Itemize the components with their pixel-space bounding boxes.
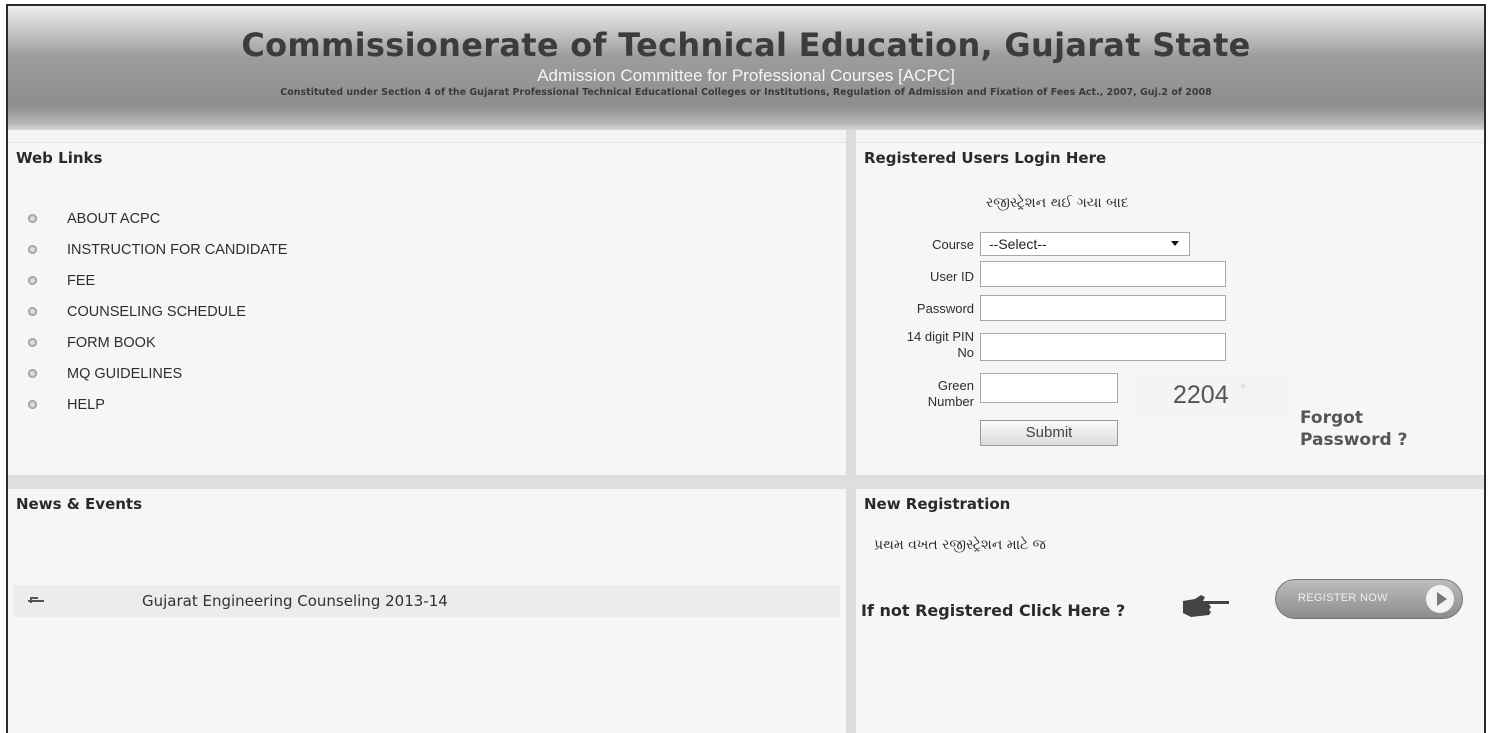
play-arrow-icon (1426, 585, 1454, 613)
web-link-fee[interactable]: FEE (28, 265, 287, 296)
site-header: Commissionerate of Technical Education, … (8, 6, 1484, 130)
register-now-label: REGISTER NOW (1298, 592, 1388, 604)
captcha-image: 2204 (1131, 373, 1291, 417)
site-subtitle: Admission Committee for Professional Cou… (537, 66, 955, 85)
password-label: Password (916, 301, 974, 316)
bullet-icon (28, 400, 37, 409)
register-now-button[interactable]: REGISTER NOW (1275, 579, 1463, 619)
login-gujarati-note: રજીસ્ટ્રેશન થઈ ગયા બાદ (986, 195, 1129, 211)
bullet-icon (28, 276, 37, 285)
web-links-list: ABOUT ACPC INSTRUCTION FOR CANDIDATE FEE… (28, 203, 287, 420)
news-item-text[interactable]: Gujarat Engineering Counseling 2013-14 (142, 592, 448, 610)
web-link-label[interactable]: FEE (67, 273, 95, 289)
captcha-text: 2204 (1173, 381, 1229, 409)
bullet-icon (28, 214, 37, 223)
bullet-icon (28, 307, 37, 316)
web-link-form-book[interactable]: FORM BOOK (28, 327, 287, 358)
web-link-label[interactable]: HELP (67, 397, 105, 413)
web-link-label[interactable]: INSTRUCTION FOR CANDIDATE (67, 242, 287, 258)
page-frame: Commissionerate of Technical Education, … (6, 4, 1486, 733)
web-link-label[interactable]: COUNSELING SCHEDULE (67, 304, 246, 320)
new-registration-panel: New Registration પ્રથમ વખત રજીસ્ટ્રેશન મ… (856, 488, 1484, 733)
bullet-icon (28, 245, 37, 254)
constitution-note: Constituted under Section 4 of the Gujar… (280, 87, 1212, 98)
web-link-label[interactable]: MQ GUIDELINES (67, 366, 182, 382)
new-badge-icon (28, 597, 44, 605)
web-link-help[interactable]: HELP (28, 389, 287, 420)
news-item[interactable]: Gujarat Engineering Counseling 2013-14 (14, 585, 840, 617)
course-label: Course (932, 237, 974, 252)
news-panel: News & Events Gujarat Engineering Counse… (8, 488, 846, 733)
news-title: News & Events (16, 495, 143, 513)
pin-input[interactable] (980, 333, 1226, 361)
site-title: Commissionerate of Technical Education, … (241, 26, 1251, 64)
password-input[interactable] (980, 295, 1226, 321)
web-link-mq-guidelines[interactable]: MQ GUIDELINES (28, 358, 287, 389)
login-panel: Registered Users Login Here રજીસ્ટ્રેશન … (856, 142, 1484, 475)
chevron-down-icon (1171, 241, 1179, 246)
userid-input[interactable] (980, 261, 1226, 287)
submit-button[interactable]: Submit (980, 420, 1118, 446)
registration-prompt: If not Registered Click Here ? (861, 601, 1126, 620)
bullet-icon (28, 338, 37, 347)
course-select-value: --Select-- (989, 236, 1047, 252)
pointing-hand-icon (1183, 595, 1229, 617)
web-link-instruction[interactable]: INSTRUCTION FOR CANDIDATE (28, 234, 287, 265)
column-divider (846, 130, 856, 733)
userid-label: User ID (929, 269, 974, 284)
row-divider (8, 474, 1484, 488)
web-link-counseling-schedule[interactable]: COUNSELING SCHEDULE (28, 296, 287, 327)
web-link-about-acpc[interactable]: ABOUT ACPC (28, 203, 287, 234)
new-registration-title: New Registration (864, 495, 1011, 513)
login-title: Registered Users Login Here (864, 149, 1107, 167)
pin-label: 14 digit PIN No (906, 329, 974, 360)
web-link-label[interactable]: FORM BOOK (67, 335, 156, 351)
green-number-label: Green Number (927, 378, 974, 409)
web-link-label[interactable]: ABOUT ACPC (67, 211, 160, 227)
web-links-title: Web Links (16, 149, 103, 167)
registration-gujarati-note: પ્રથમ વખત રજીસ્ટ્રેશન માટે જ (874, 537, 1046, 553)
forgot-password-link[interactable]: Forgot Password ? (1300, 407, 1430, 451)
green-number-input[interactable] (980, 373, 1118, 403)
bullet-icon (28, 369, 37, 378)
web-links-panel: Web Links ABOUT ACPC INSTRUCTION FOR CAN… (8, 142, 846, 475)
course-select[interactable]: --Select-- (980, 232, 1190, 256)
